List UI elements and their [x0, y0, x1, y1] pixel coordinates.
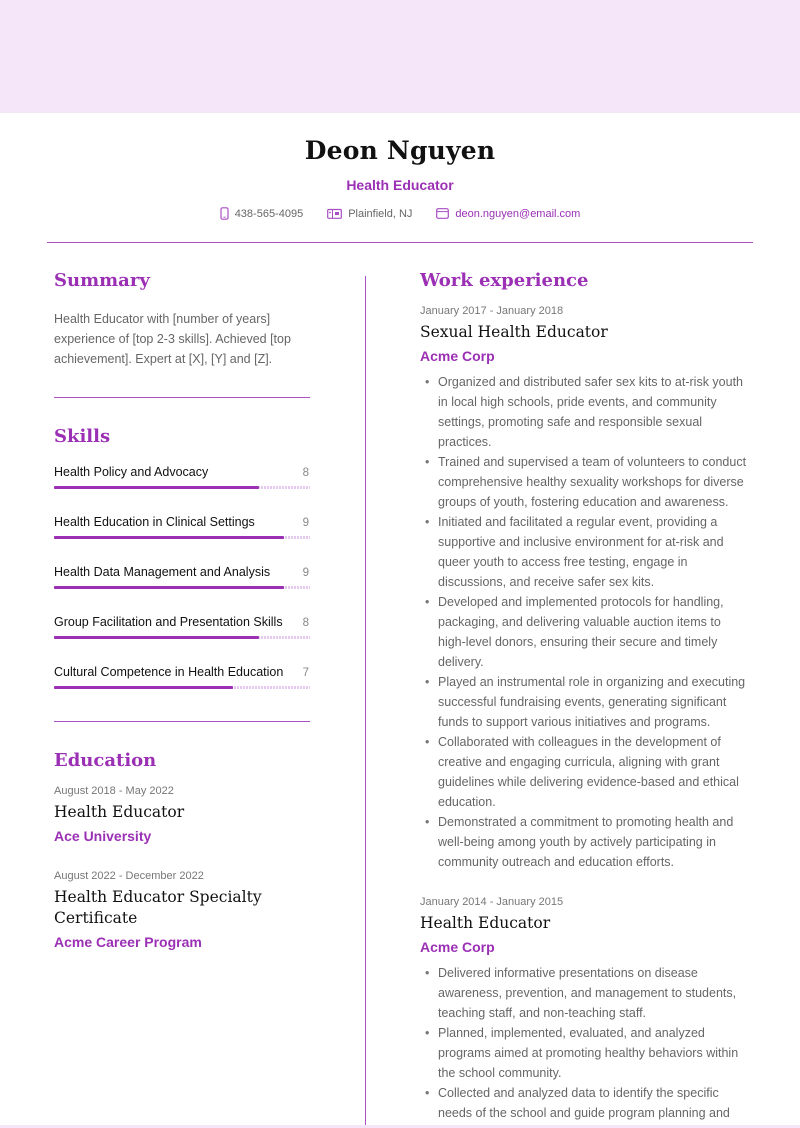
- right-column: Work experience January 2017 - January 2…: [420, 270, 750, 1123]
- skill-bar-track: [54, 486, 310, 489]
- education-degree: Health Educator Specialty Certificate: [54, 888, 262, 927]
- skill-name: Health Policy and Advocacy: [54, 465, 209, 479]
- email-icon: [436, 208, 450, 219]
- skill-bar-track: [54, 586, 310, 589]
- skill-bar-track: [54, 636, 310, 639]
- education-school: Acme Career Program: [54, 934, 202, 950]
- education-date: August 2018 - May 2022: [54, 785, 174, 797]
- job-bullet: Collected and analyzed data to identify …: [420, 1083, 750, 1123]
- summary-text: Health Educator with [number of years] e…: [54, 312, 291, 366]
- skills-title: Skills: [54, 426, 111, 447]
- job-bullet: Delivered informative presentations on d…: [420, 963, 750, 1023]
- summary-section: Summary Health Educator with [number of …: [54, 270, 310, 369]
- location-text: Plainfield, NJ: [348, 207, 413, 220]
- contact-email[interactable]: deon.nguyen@email.com: [436, 208, 580, 220]
- section-divider: [54, 721, 310, 722]
- skill-value: 8: [302, 467, 309, 479]
- work-section: Work experience January 2017 - January 2…: [420, 270, 750, 1123]
- skill-item: Group Facilitation and Presentation Skil…: [54, 615, 310, 639]
- job-bullet: Organized and distributed safer sex kits…: [420, 372, 750, 452]
- skill-item: Health Data Management and Analysis 9: [54, 565, 310, 589]
- skill-bar-track: [54, 686, 310, 689]
- work-title: Work experience: [420, 270, 589, 291]
- skill-bar-fill: [54, 486, 259, 489]
- candidate-role: Health Educator: [346, 177, 454, 193]
- column-divider: [365, 276, 366, 1128]
- candidate-name: Deon Nguyen: [304, 136, 496, 165]
- skill-value: 8: [302, 617, 309, 629]
- section-divider: [54, 397, 310, 398]
- job-date: January 2014 - January 2015: [420, 896, 564, 908]
- job-company: Acme Corp: [420, 939, 495, 955]
- job-item: January 2017 - January 2018 Sexual Healt…: [420, 305, 750, 872]
- job-title: Health Educator: [420, 914, 551, 932]
- job-company: Acme Corp: [420, 348, 495, 364]
- job-bullet: Planned, implemented, evaluated, and ana…: [420, 1023, 750, 1083]
- skill-name: Health Education in Clinical Settings: [54, 515, 255, 529]
- education-item: August 2022 - December 2022 Health Educa…: [54, 870, 310, 950]
- skill-bar-fill: [54, 536, 285, 539]
- job-bullets: Delivered informative presentations on d…: [420, 963, 750, 1123]
- skill-item: Cultural Competence in Health Education 7: [54, 665, 310, 689]
- email-link[interactable]: deon.nguyen@email.com: [455, 208, 580, 220]
- skill-value: 7: [302, 667, 309, 679]
- education-title: Education: [54, 750, 157, 771]
- job-bullets: Organized and distributed safer sex kits…: [420, 372, 750, 872]
- job-bullet: Played an instrumental role in organizin…: [420, 672, 750, 732]
- contact-info: 438-565-4095 Plainfield, NJ deon.nguyen@…: [0, 207, 800, 220]
- education-school: Ace University: [54, 828, 152, 844]
- skill-name: Health Data Management and Analysis: [54, 565, 271, 579]
- skill-bar-fill: [54, 686, 234, 689]
- job-bullet: Demonstrated a commitment to promoting h…: [420, 812, 750, 872]
- skill-name: Cultural Competence in Health Education: [54, 665, 284, 679]
- header-divider: [47, 242, 753, 243]
- job-bullet: Developed and implemented protocols for …: [420, 592, 750, 672]
- contact-phone: 438-565-4095: [220, 207, 304, 220]
- job-date: January 2017 - January 2018: [420, 305, 564, 317]
- skills-section: Skills Health Policy and Advocacy 8 Healt…: [54, 426, 310, 689]
- skill-item: Health Education in Clinical Settings 9: [54, 515, 310, 539]
- education-date: August 2022 - December 2022: [54, 870, 204, 882]
- job-title: Sexual Health Educator: [420, 323, 608, 341]
- education-section: Education August 2018 - May 2022 Health …: [54, 750, 310, 950]
- skill-bar-fill: [54, 636, 259, 639]
- education-degree: Health Educator: [54, 803, 185, 821]
- job-bullet: Trained and supervised a team of volunte…: [420, 452, 750, 512]
- skill-value: 9: [302, 517, 309, 529]
- contact-location: Plainfield, NJ: [327, 208, 412, 220]
- skill-bar-track: [54, 536, 310, 539]
- summary-title: Summary: [54, 270, 150, 291]
- skills-list: Health Policy and Advocacy 8 Health Educa…: [54, 465, 310, 689]
- skill-name: Group Facilitation and Presentation Skil…: [54, 615, 283, 629]
- skill-value: 9: [302, 567, 309, 579]
- left-column: Summary Health Educator with [number of …: [54, 270, 310, 950]
- education-item: August 2018 - May 2022 Health Educator A…: [54, 785, 310, 844]
- skill-bar-fill: [54, 586, 285, 589]
- map-icon: [327, 208, 343, 219]
- header-band: [0, 0, 800, 113]
- job-bullet: Initiated and facilitated a regular even…: [420, 512, 750, 592]
- phone-icon: [220, 207, 229, 220]
- skill-item: Health Policy and Advocacy 8: [54, 465, 310, 489]
- job-item: January 2014 - January 2015 Health Educa…: [420, 896, 750, 1123]
- job-bullet: Collaborated with colleagues in the deve…: [420, 732, 750, 812]
- phone-number: 438-565-4095: [234, 207, 304, 220]
- resume-header: Deon Nguyen Health Educator 438-565-4095…: [0, 113, 800, 220]
